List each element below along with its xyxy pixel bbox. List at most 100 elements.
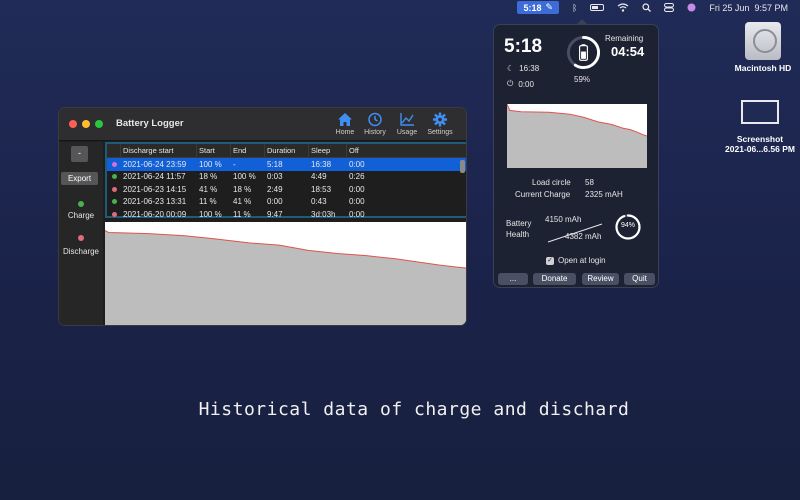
control-center-icon[interactable] [664, 3, 675, 12]
gear-icon [433, 112, 447, 127]
toolbar-label: Usage [396, 129, 418, 136]
desktop-icon-screenshot[interactable]: Screenshot 2021-06...6.56 PM [720, 100, 800, 154]
toolbar-settings-button[interactable]: Settings [423, 112, 457, 136]
charge-label[interactable]: Charge [59, 211, 103, 220]
sleep-time-row: ☾ 16:38 [507, 64, 539, 73]
table-row[interactable]: 2021-06-23 13:31 11 % 41 % 0:00 0:43 0:00 [107, 196, 466, 209]
table-row[interactable]: 2021-06-23 14:15 41 % 18 % 2:49 18:53 0:00 [107, 183, 466, 196]
row-status-dot [112, 199, 117, 205]
more-button[interactable]: ... [498, 273, 528, 285]
power-icon: ⏻ [507, 79, 514, 88]
desktop-icon-label: Macintosh HD [734, 63, 792, 73]
load-circle-value: 58 [585, 178, 594, 187]
table-header-marker [107, 144, 121, 157]
row-marker [107, 208, 121, 221]
table-cell: 100 % [199, 209, 222, 219]
row-marker [107, 171, 121, 184]
table-cell: 0:43 [311, 197, 327, 207]
table-body: 2021-06-24 23:59 100 % -5:18 16:38 0:00 2021-… [107, 158, 466, 221]
remaining-time: 04:54 [611, 44, 645, 59]
donate-button[interactable]: Donate [533, 273, 576, 285]
checkmark-icon: ✓ [546, 256, 554, 265]
battery-health-label: Battery Health [506, 218, 531, 240]
off-time: 0:00 [518, 79, 534, 89]
table-cell: 41 % [199, 184, 218, 194]
toolbar-home-button[interactable]: Home [328, 112, 362, 136]
row-status-dot [112, 211, 117, 217]
discharge-table[interactable]: Discharge start Start End Duration Sleep… [105, 142, 466, 221]
row-status-dot [112, 161, 117, 167]
table-row[interactable]: 2021-06-24 11:57 18 % 100 % 0:03 4:49 0:26 [107, 171, 466, 184]
chart-icon [400, 113, 414, 126]
table-cell: 0:26 [349, 172, 365, 182]
table-header: Discharge start Start End Duration Sleep… [107, 144, 466, 158]
desktop-icon-macintosh-hd[interactable]: Macintosh HD [728, 22, 798, 73]
battery-icon[interactable] [590, 4, 605, 11]
toolbar-history-button[interactable]: History [358, 112, 392, 136]
health-percent: 94% [620, 222, 635, 229]
bluetooth-icon[interactable]: ᛒ [572, 3, 577, 13]
battery-popover: 5:18 ☾ 16:38 ⏻ 0:00 59% Remaining 04:54 … [493, 24, 659, 288]
column-header[interactable]: Start [197, 144, 231, 157]
table-cell: 11 % [199, 197, 217, 207]
table-cell: 0:00 [349, 159, 365, 169]
table-cell: 18 % [233, 184, 252, 194]
discharge-label[interactable]: Discharge [59, 247, 103, 256]
table-scrollbar[interactable] [460, 160, 465, 173]
column-header[interactable]: Sleep [309, 144, 347, 157]
column-header[interactable]: Duration [265, 144, 309, 157]
desktop-icon-label: Screenshot [736, 134, 784, 144]
column-header[interactable]: Off [347, 144, 393, 157]
table-cell: 0:00 [349, 209, 365, 219]
row-marker [107, 158, 121, 171]
load-circle-label: Load circle [532, 178, 571, 187]
table-row[interactable]: 2021-06-20 00:09 100 % 11 % 9:47 3d:03h 0:00 [107, 208, 466, 221]
table-cell: 2021-06-20 00:09 [123, 209, 187, 219]
battery-logger-menu-extra[interactable]: 5:18 ✎ [517, 1, 560, 14]
remaining-label: Remaining [605, 34, 644, 43]
minimize-button[interactable] [82, 120, 90, 128]
charge-percent: 59% [574, 75, 591, 84]
window-titlebar[interactable]: Battery Logger Home History Usage Settin… [59, 108, 466, 141]
table-cell: 5:18 [267, 159, 283, 169]
toolbar-usage-button[interactable]: Usage [390, 112, 424, 136]
window-title: Battery Logger [116, 118, 184, 129]
close-button[interactable] [69, 120, 77, 128]
moon-icon: ☾ [507, 64, 515, 73]
siri-icon[interactable] [687, 3, 696, 12]
review-button[interactable]: Review [582, 273, 619, 285]
table-cell: 2021-06-24 23:59 [123, 159, 187, 169]
table-cell: 4:49 [311, 172, 327, 182]
quit-button[interactable]: Quit [624, 273, 655, 285]
toolbar-label: Settings [427, 129, 453, 136]
remove-button[interactable]: - [71, 146, 88, 162]
table-cell: 41 % [233, 197, 252, 207]
column-header[interactable]: Discharge start [121, 144, 197, 157]
menu-bar: 5:18 ✎ ᛒ Fri 25 Jun 9:57 PM [0, 0, 800, 15]
pencil-icon: ✎ [545, 2, 554, 12]
marketing-caption: Historical data of charge and dischard [198, 399, 630, 420]
export-button[interactable]: Export [61, 172, 98, 185]
table-cell: 100 % [233, 172, 256, 182]
open-at-login-label: Open at login [558, 256, 606, 265]
current-charge-label: Current Charge [515, 190, 571, 199]
search-icon[interactable] [642, 3, 652, 12]
desktop-icon-sublabel: 2021-06...6.56 PM [725, 144, 795, 154]
table-row[interactable]: 2021-06-24 23:59 100 % - 5:18 16:38 0:00 [107, 158, 466, 171]
menubar-clock[interactable]: Fri 25 Jun 9:57 PM [709, 3, 788, 13]
battery-health-label-line2: Health [506, 230, 530, 239]
column-header[interactable]: End [231, 144, 265, 157]
open-at-login-checkbox[interactable]: ✓ Open at login [546, 256, 606, 265]
screenshot-file-icon [741, 100, 779, 124]
menubar-time: 9:57 PM [754, 2, 788, 13]
graph-area [507, 104, 647, 168]
table-cell: 9:47 [267, 209, 283, 219]
table-cell: 18 % [199, 172, 218, 182]
wifi-icon[interactable] [617, 3, 629, 12]
row-status-dot [112, 174, 117, 180]
clock-icon [368, 112, 382, 127]
graph-area [105, 230, 466, 325]
discharge-legend-dot [78, 235, 84, 241]
zoom-button[interactable] [95, 120, 103, 128]
table-cell: 2021-06-23 13:31 [123, 197, 187, 207]
